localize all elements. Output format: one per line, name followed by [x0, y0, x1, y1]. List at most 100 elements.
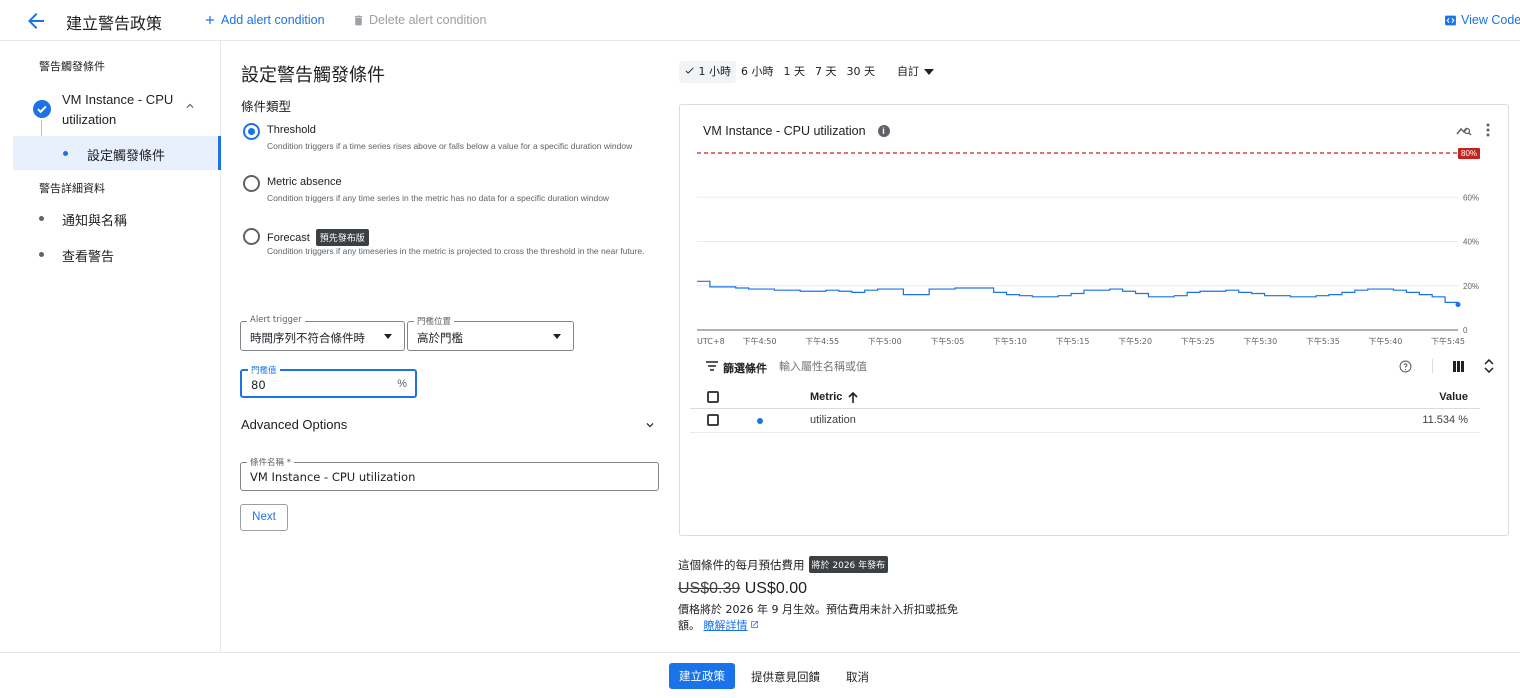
back-arrow-icon[interactable] — [24, 9, 48, 33]
range-7d[interactable]: 7 天 — [810, 61, 842, 83]
range-custom-dropdown[interactable]: 自訂 — [892, 61, 939, 83]
create-policy-button[interactable]: 建立政策 — [669, 663, 735, 689]
nav-sub-item-configure-trigger[interactable]: 設定觸發條件 — [13, 136, 221, 170]
x-tick-label: 下午5:40 — [1368, 336, 1402, 346]
expand-collapse-icon[interactable] — [1484, 359, 1494, 373]
metric-column-header[interactable]: Metric — [810, 391, 858, 403]
field-value[interactable]: 80 — [251, 378, 266, 392]
threshold-label: 80% — [1461, 149, 1477, 158]
table-header: Metric Value — [690, 387, 1480, 409]
x-tick-label: 下午5:25 — [1181, 336, 1215, 346]
x-tick-label: 下午4:55 — [805, 336, 839, 346]
nav-sub-item-label: 設定觸發條件 — [87, 149, 166, 164]
delete-alert-condition-label: Delete alert condition — [369, 13, 487, 27]
field-value[interactable]: VM Instance - CPU utilization — [250, 470, 415, 484]
divider — [1432, 359, 1433, 373]
series-color-dot — [757, 418, 763, 424]
view-code-button[interactable]: View Code — [1444, 13, 1520, 27]
more-vert-icon[interactable] — [1486, 123, 1490, 137]
time-range-selector: 1 小時 6 小時 1 天 7 天 30 天 自訂 — [679, 61, 939, 83]
field-value: 時間序列不符合條件時 — [250, 331, 365, 345]
metric-header-label: Metric — [810, 391, 843, 403]
condition-name-input[interactable]: 條件名稱 * VM Instance - CPU utilization — [240, 456, 659, 491]
nav-step-label: VM Instance - CPU utilization — [62, 92, 174, 127]
check-circle-icon — [33, 100, 51, 118]
nav-section-details: 警告詳細資料 — [39, 182, 105, 195]
range-1h[interactable]: 1 小時 — [679, 61, 736, 83]
condition-type-label: 條件類型 — [241, 99, 292, 114]
table-row: utilization 11.534 % — [690, 409, 1480, 433]
x-tick-label: 下午5:05 — [930, 336, 964, 346]
dropdown-caret-icon — [384, 334, 392, 339]
x-tick-label: 下午5:35 — [1306, 336, 1340, 346]
range-1d[interactable]: 1 天 — [779, 61, 811, 83]
row-checkbox[interactable] — [707, 414, 719, 426]
price-note: 價格將於 2026 年 9 月生效。預估費用未計入折扣或抵免額。 瞭解詳情 — [678, 602, 974, 634]
filter-label: 篩選條件 — [723, 362, 767, 375]
alert-trigger-select[interactable]: Alert trigger 時間序列不符合條件時 — [240, 315, 405, 351]
chevron-up-icon[interactable] — [183, 99, 197, 113]
select-all-checkbox[interactable] — [707, 391, 719, 403]
radio-title: Threshold — [267, 124, 316, 136]
external-link-icon — [750, 621, 758, 628]
old-price: US$0.39 — [678, 580, 741, 597]
value-column-header[interactable]: Value — [1439, 391, 1468, 403]
threshold-value-input[interactable]: 門檻值 80 % — [240, 364, 417, 398]
delete-alert-condition-button[interactable]: Delete alert condition — [352, 13, 486, 27]
table-tools — [1399, 359, 1494, 373]
cancel-button[interactable]: 取消 — [846, 669, 869, 685]
radio-title: Metric absence — [267, 176, 342, 188]
radio-button[interactable] — [243, 175, 260, 192]
range-custom-label: 自訂 — [897, 65, 919, 78]
dropdown-caret-icon — [924, 69, 934, 75]
field-label: 條件名稱 * — [247, 456, 294, 468]
radio-button[interactable] — [243, 228, 260, 245]
range-6h[interactable]: 6 小時 — [736, 61, 779, 83]
radio-title-text: Metric absence — [267, 176, 342, 188]
nav-item-notifications[interactable]: 通知與名稱 — [33, 208, 219, 230]
column-display-icon[interactable] — [1453, 360, 1464, 372]
release-badge: 將於 2026 年發布 — [808, 556, 889, 573]
nav-step-condition[interactable]: VM Instance - CPU utilization — [33, 90, 219, 134]
unit-label: % — [397, 378, 407, 390]
filter-input[interactable] — [779, 360, 1259, 373]
page-title: 建立警告政策 — [66, 14, 163, 33]
nav-item-review[interactable]: 查看警告 — [33, 244, 219, 266]
series-last-point — [1455, 302, 1461, 308]
chart-title-text: VM Instance - CPU utilization — [703, 124, 866, 138]
price: US$0.39 US$0.00 — [678, 580, 807, 598]
radio-title: Forecast 預先發布版 — [267, 229, 369, 246]
radio-button-selected[interactable] — [243, 123, 260, 140]
add-alert-condition-label: Add alert condition — [221, 13, 325, 27]
chart-title: VM Instance - CPU utilization i — [703, 124, 890, 138]
filter-icon[interactable] — [706, 361, 718, 371]
y-tick-label: 20% — [1463, 282, 1479, 291]
add-alert-condition-button[interactable]: Add alert condition — [203, 13, 325, 27]
bullet-icon — [63, 151, 68, 156]
cost-label: 這個條件的每月預估費用 — [678, 557, 805, 572]
dropdown-caret-icon — [553, 334, 561, 339]
feedback-button[interactable]: 提供意見回饋 — [751, 669, 820, 685]
range-30d[interactable]: 30 天 — [842, 61, 881, 83]
radio-title-text: Forecast — [267, 231, 310, 244]
x-tick-label: UTC+8 — [697, 337, 725, 346]
field-label: Alert trigger — [247, 315, 305, 325]
filter-bar: 篩選條件 — [704, 357, 1494, 379]
check-icon — [685, 67, 694, 74]
x-tick-label: 下午5:20 — [1118, 336, 1152, 346]
radio-description: Condition triggers if any timeseries in … — [267, 246, 645, 256]
advanced-options-label: Advanced Options — [241, 417, 348, 432]
y-tick-label: 60% — [1463, 193, 1479, 202]
info-icon[interactable]: i — [877, 125, 890, 137]
help-icon[interactable] — [1399, 360, 1412, 373]
next-button[interactable]: Next — [240, 504, 288, 531]
bullet-icon — [39, 216, 44, 221]
learn-more-link[interactable]: 瞭解詳情 — [704, 619, 759, 632]
x-tick-label: 下午5:00 — [868, 336, 902, 346]
preview-badge: 預先發布版 — [315, 229, 369, 246]
advanced-options-toggle[interactable]: Advanced Options — [241, 415, 659, 435]
threshold-position-select[interactable]: 門檻位置 高於門檻 — [407, 315, 574, 351]
chart-explore-icon[interactable] — [1456, 123, 1472, 137]
cost-estimate-line: 這個條件的每月預估費用 將於 2026 年發布 — [678, 556, 889, 573]
y-tick-label: 40% — [1463, 238, 1479, 247]
